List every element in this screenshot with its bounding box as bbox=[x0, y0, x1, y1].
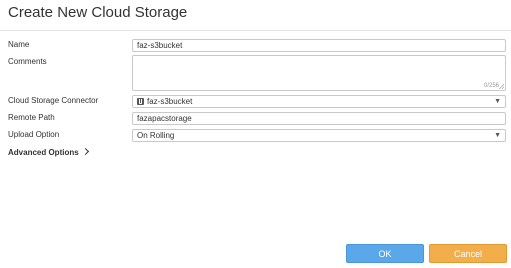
connector-select[interactable]: faz-s3bucket ▼ bbox=[132, 95, 506, 108]
name-input[interactable]: faz-s3bucket bbox=[132, 39, 506, 52]
s3-bucket-icon bbox=[137, 98, 144, 105]
cancel-button[interactable]: Cancel bbox=[429, 244, 507, 263]
comments-char-counter: 0/256 bbox=[483, 83, 499, 89]
upload-option-select[interactable]: On Rolling ▼ bbox=[132, 129, 506, 142]
upload-option-label: Upload Option bbox=[8, 130, 60, 139]
remote-path-label: Remote Path bbox=[8, 113, 55, 122]
advanced-options-toggle[interactable]: Advanced Options bbox=[8, 147, 89, 157]
resize-grip-icon[interactable] bbox=[499, 84, 504, 89]
dialog-title: Create New Cloud Storage bbox=[8, 4, 188, 21]
comments-label: Comments bbox=[8, 57, 47, 66]
remote-path-input[interactable]: fazapacstorage bbox=[132, 112, 506, 125]
comments-textarea[interactable]: 0/256 bbox=[132, 55, 506, 91]
title-divider bbox=[0, 30, 511, 31]
connector-label: Cloud Storage Connector bbox=[8, 96, 99, 105]
chevron-right-icon bbox=[81, 147, 89, 156]
create-cloud-storage-dialog: Create New Cloud Storage Name faz-s3buck… bbox=[0, 0, 511, 268]
chevron-down-icon: ▼ bbox=[494, 132, 501, 139]
connector-value: faz-s3bucket bbox=[147, 97, 193, 106]
ok-button[interactable]: OK bbox=[346, 244, 424, 263]
chevron-down-icon: ▼ bbox=[494, 98, 501, 105]
upload-option-value: On Rolling bbox=[137, 131, 175, 140]
advanced-options-label: Advanced Options bbox=[8, 148, 79, 157]
name-label: Name bbox=[8, 40, 30, 49]
